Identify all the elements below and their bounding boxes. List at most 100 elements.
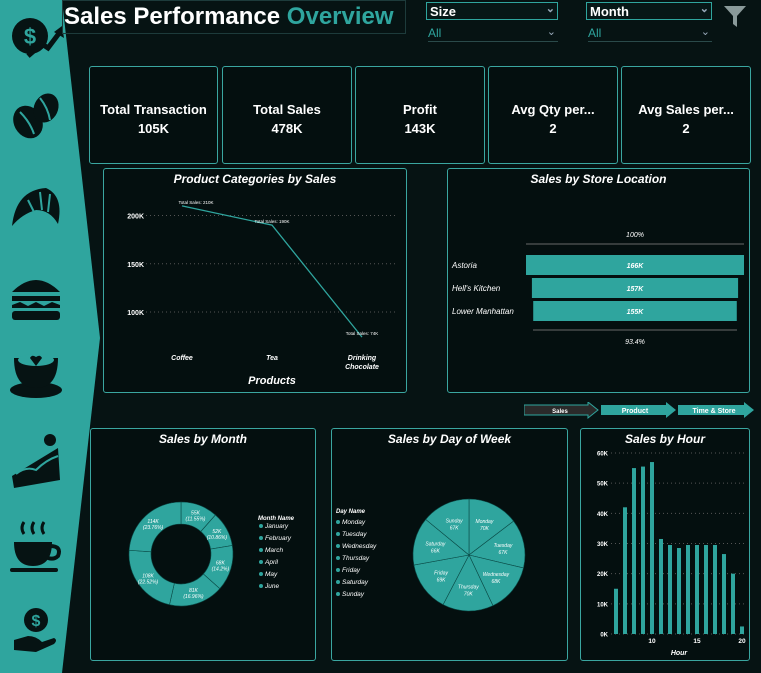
x-tick-label: Coffee — [171, 355, 193, 362]
sandwich-icon[interactable] — [6, 266, 66, 326]
kpi-label: Avg Qty per... — [511, 102, 595, 117]
legend-marker — [259, 524, 263, 528]
latte-icon[interactable] — [6, 342, 66, 402]
slice-label: Saturday — [425, 541, 446, 547]
slice-label: (11.55%) — [186, 517, 206, 523]
page-nav: Sales Product Time & Store — [524, 402, 754, 420]
kpi-label: Profit — [403, 102, 437, 117]
sales-line — [181, 205, 363, 338]
slice-label: 67K — [499, 550, 509, 556]
legend-marker — [336, 568, 340, 572]
kpi-card-profit: Profit 143K — [355, 66, 485, 164]
croissant-icon[interactable] — [6, 180, 66, 240]
legend-marker — [336, 544, 340, 548]
slice-label: (14.2%) — [212, 566, 230, 572]
cake-icon[interactable] — [6, 430, 66, 490]
hour-bar — [686, 545, 690, 634]
data-label: Total Sales: 74K — [346, 331, 379, 336]
bottom-label: 93.4% — [625, 339, 645, 346]
filter-icon[interactable] — [722, 3, 748, 29]
kpi-value: 2 — [682, 121, 690, 136]
y-tick-label: 50K — [597, 482, 609, 488]
month-slicer-header[interactable]: Month ⌄ — [586, 2, 712, 20]
bar-value-label: 157K — [627, 286, 645, 293]
legend-label: Tuesday — [342, 531, 367, 538]
svg-text:$: $ — [24, 24, 36, 49]
page-title: Sales Performance Overview — [64, 3, 394, 31]
hour-bar — [695, 545, 699, 634]
store-label: Hell's Kitchen — [452, 284, 501, 293]
legend-title: Day Name — [336, 509, 366, 515]
y-tick-label: 200K — [127, 213, 144, 220]
slice-label: 69K — [437, 578, 447, 584]
legend-title: Month Name — [258, 516, 295, 522]
y-tick-label: 0K — [600, 633, 608, 639]
coffee-beans-icon[interactable] — [6, 86, 66, 146]
slice-label: (10.86%) — [207, 535, 228, 541]
nav-product-button[interactable]: Product — [601, 402, 676, 418]
hour-bar — [668, 545, 672, 634]
sales-by-hour-panel: Sales by Hour 0K 10K 20K 30K 40K 50K 60K 10 15 20… — [580, 428, 750, 661]
slice-label: Monday — [476, 519, 494, 525]
hour-bar — [641, 466, 645, 634]
top-label: 100% — [626, 232, 644, 239]
sales-icon[interactable]: $ — [6, 4, 66, 64]
chevron-down-icon: ⌄ — [700, 26, 710, 38]
hour-bar — [740, 626, 744, 634]
chevron-down-icon: ⌄ — [545, 3, 555, 15]
kpi-value: 105K — [137, 121, 170, 136]
legend-marker — [259, 572, 263, 576]
slice-label: 68K — [492, 579, 502, 585]
kpi-label: Total Transaction — [100, 102, 207, 117]
month-slicer-dropdown[interactable]: All ⌄ — [588, 26, 712, 42]
slice-label: (23.76%) — [143, 525, 164, 531]
legend-label: Monday — [342, 519, 366, 526]
y-tick-label: 100K — [127, 310, 144, 317]
x-tick-label: 15 — [693, 638, 701, 645]
nav-time-store-label: Time & Store — [692, 408, 735, 415]
legend-marker — [336, 556, 340, 560]
money-hand-icon[interactable]: $ — [6, 600, 66, 660]
legend-marker — [259, 584, 263, 588]
x-axis-title: Products — [248, 375, 296, 387]
product-line-chart: 100K 150K 200K Total Sales: 210K Total Sales… — [127, 200, 398, 387]
store-bar-chart: 100% 166K Astoria 157K Hell's Kitchen 155K Low… — [451, 232, 744, 346]
hour-bar — [713, 545, 717, 634]
kpi-card-total-sales: Total Sales 478K — [222, 66, 352, 164]
hour-bar — [614, 588, 618, 634]
kpi-value: 2 — [549, 121, 557, 136]
legend-marker — [259, 560, 263, 564]
slice-label: Wednesday — [483, 572, 510, 578]
month-slicer-value: All — [588, 26, 602, 40]
legend-label: May — [265, 571, 278, 578]
legend-label: April — [264, 559, 279, 566]
product-categories-panel: Product Categories by Sales 100K 150K 200K… — [103, 168, 407, 393]
legend-marker — [336, 532, 340, 536]
chevron-down-icon: ⌄ — [546, 26, 556, 38]
slice-label: 67K — [450, 526, 460, 532]
legend-label: February — [265, 535, 292, 542]
legend-label: Sunday — [342, 591, 365, 598]
kpi-label: Total Sales — [253, 102, 321, 117]
month-donut-chart: 55K(11.55%)52K(10.86%)68K(14.2%)81K(16.9… — [128, 501, 295, 607]
data-label: Total Sales: 190K — [254, 219, 289, 224]
x-tick-label: Drinking — [348, 355, 377, 362]
legend-label: Thursday — [342, 555, 370, 562]
legend-marker — [259, 548, 263, 552]
legend-marker — [336, 580, 340, 584]
hour-bar-chart: 0K 10K 20K 30K 40K 50K 60K 10 15 20 Hour — [597, 452, 746, 658]
nav-sales-button[interactable]: Sales — [524, 402, 599, 420]
legend-marker — [336, 520, 340, 524]
legend-marker — [259, 536, 263, 540]
title-accent: Overview — [286, 3, 394, 30]
size-slicer-dropdown[interactable]: All ⌄ — [428, 26, 558, 42]
size-slicer-label: Size — [430, 4, 457, 19]
hour-bar — [659, 538, 663, 634]
store-location-panel: Sales by Store Location 100% 166K Astoria 1… — [447, 168, 750, 393]
nav-time-store-button[interactable]: Time & Store — [678, 402, 754, 418]
slice-label: Friday — [434, 571, 448, 577]
slice-label: (22.52%) — [138, 579, 159, 585]
nav-product-label: Product — [622, 408, 649, 415]
size-slicer-header[interactable]: Size ⌄ — [426, 2, 558, 20]
hot-cup-icon[interactable] — [6, 516, 66, 576]
